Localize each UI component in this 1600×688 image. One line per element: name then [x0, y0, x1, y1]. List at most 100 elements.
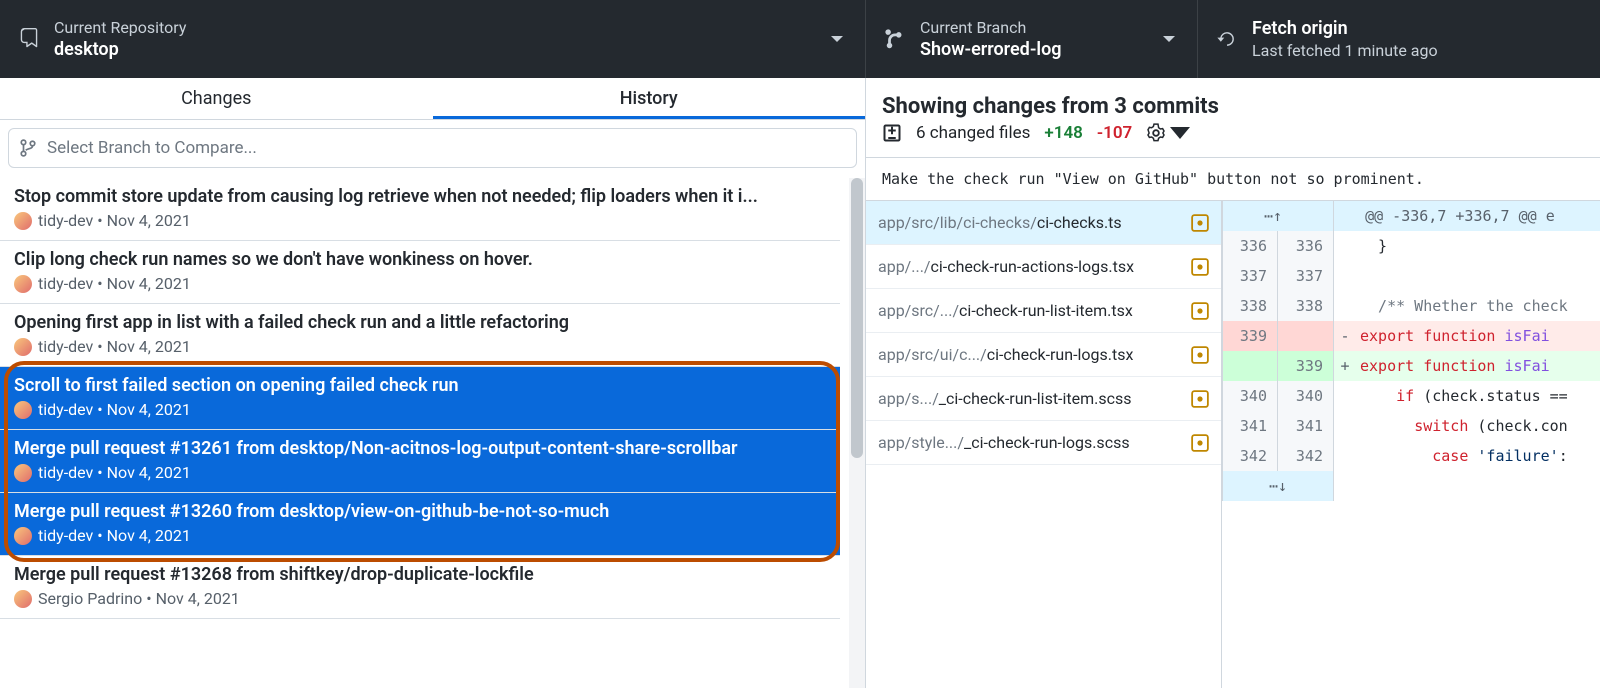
file-path: app/s.../_ci-check-run-list-item.scss [878, 389, 1183, 408]
scrollbar[interactable] [849, 178, 865, 688]
sync-icon [1216, 28, 1238, 50]
deletions-count: -107 [1097, 123, 1132, 143]
expand-hunk-down[interactable]: ⋯↓ [1222, 471, 1334, 501]
commit-author: tidy-dev [38, 211, 93, 230]
commit-date: Nov 4, 2021 [107, 526, 191, 545]
caret-down-icon [1163, 36, 1175, 42]
commit-date: Nov 4, 2021 [107, 400, 191, 419]
file-path: app/src/.../ci-check-run-list-item.tsx [878, 301, 1183, 320]
changed-files-list: app/src/lib/ci-checks/ci-checks.ts app/..… [866, 201, 1222, 688]
commit-title: Merge pull request #13260 from desktop/v… [14, 501, 826, 522]
diff-line[interactable]: 341341 switch (check.con [1222, 411, 1600, 441]
commit-row[interactable]: Clip long check run names so we don't ha… [0, 241, 840, 304]
diff-line[interactable]: 339.-export function isFai [1222, 321, 1600, 351]
fetch-label: Fetch origin [1252, 18, 1438, 39]
avatar [14, 464, 32, 482]
file-row[interactable]: app/.../ci-check-run-actions-logs.tsx [866, 245, 1221, 289]
branch-icon [19, 139, 37, 157]
branch-selector[interactable]: Current Branch Show-errored-log [866, 0, 1198, 78]
file-row[interactable]: app/style.../_ci-check-run-logs.scss [866, 421, 1221, 465]
commit-author: tidy-dev [38, 463, 93, 482]
commit-list: Stop commit store update from causing lo… [0, 178, 865, 688]
commit-meta: Sergio Padrino • Nov 4, 2021 [14, 589, 826, 608]
caret-down-icon [831, 36, 843, 42]
fetch-button[interactable]: Fetch origin Last fetched 1 minute ago [1198, 0, 1600, 78]
commit-row[interactable]: Merge pull request #13260 from desktop/v… [0, 493, 840, 556]
file-path: app/src/ui/c.../ci-check-run-logs.tsx [878, 345, 1183, 364]
tab-changes[interactable]: Changes [0, 78, 433, 119]
branch-compare-placeholder: Select Branch to Compare... [47, 138, 257, 158]
hunk-header[interactable]: ⋯↑ @@ -336,7 +336,7 @@ e [1222, 201, 1600, 231]
file-row[interactable]: app/src/lib/ci-checks/ci-checks.ts [866, 201, 1221, 245]
gear-icon [1146, 123, 1166, 143]
commit-date: Nov 4, 2021 [107, 274, 191, 293]
file-row[interactable]: app/src/ui/c.../ci-check-run-logs.tsx [866, 333, 1221, 377]
file-row[interactable]: app/s.../_ci-check-run-list-item.scss [866, 377, 1221, 421]
repo-selector[interactable]: Current Repository desktop [0, 0, 866, 78]
modified-icon [1191, 302, 1209, 320]
diff-line[interactable]: 338338 /** Whether the check [1222, 291, 1600, 321]
avatar [14, 275, 32, 293]
commit-title: Merge pull request #13268 from shiftkey/… [14, 564, 826, 585]
diff-line[interactable]: 340340 if (check.status == [1222, 381, 1600, 411]
modified-icon [1191, 434, 1209, 452]
diff-line[interactable]: 342342 case 'failure': [1222, 441, 1600, 471]
file-diff-icon [882, 123, 902, 143]
commit-author: tidy-dev [38, 400, 93, 419]
changes-heading: Showing changes from 3 commits [866, 78, 1600, 123]
diff-line[interactable]: 336336 } [1222, 231, 1600, 261]
commit-title: Stop commit store update from causing lo… [14, 186, 826, 207]
modified-icon [1191, 346, 1209, 364]
commit-row[interactable]: Scroll to first failed section on openin… [0, 367, 840, 430]
avatar [14, 212, 32, 230]
modified-icon [1191, 258, 1209, 276]
avatar [14, 590, 32, 608]
history-panel: Changes History Select Branch to Compare… [0, 78, 866, 688]
diff-view: ⋯↑ @@ -336,7 +336,7 @@ e336336 }337337 3… [1222, 201, 1600, 688]
diff-line[interactable]: .339+export function isFai [1222, 351, 1600, 381]
commit-date: Nov 4, 2021 [107, 337, 191, 356]
commit-row[interactable]: Opening first app in list with a failed … [0, 304, 840, 367]
commit-title: Opening first app in list with a failed … [14, 312, 826, 333]
avatar [14, 527, 32, 545]
changed-files-count: 6 changed files [916, 123, 1030, 143]
commit-date: Nov 4, 2021 [107, 211, 191, 230]
diff-line[interactable]: 337337 [1222, 261, 1600, 291]
commit-meta: tidy-dev • Nov 4, 2021 [14, 274, 826, 293]
commit-meta: tidy-dev • Nov 4, 2021 [14, 400, 826, 419]
commit-title: Clip long check run names so we don't ha… [14, 249, 826, 270]
changes-summary: 6 changed files +148 -107 [866, 123, 1600, 158]
commit-meta: tidy-dev • Nov 4, 2021 [14, 337, 826, 356]
commit-row[interactable]: Merge pull request #13268 from shiftkey/… [0, 556, 840, 619]
branch-label: Current Branch [920, 18, 1062, 37]
tab-history[interactable]: History [433, 78, 866, 119]
additions-count: +148 [1044, 123, 1082, 143]
commit-author: Sergio Padrino [38, 589, 142, 608]
repo-icon [18, 28, 40, 50]
branch-icon [884, 28, 906, 50]
commit-date: Nov 4, 2021 [107, 463, 191, 482]
scrollbar-thumb[interactable] [851, 178, 863, 458]
commit-title: Merge pull request #13261 from desktop/N… [14, 438, 826, 459]
branch-compare-selector[interactable]: Select Branch to Compare... [8, 128, 857, 168]
file-path: app/.../ci-check-run-actions-logs.tsx [878, 257, 1183, 276]
commit-author: tidy-dev [38, 337, 93, 356]
file-row[interactable]: app/src/.../ci-check-run-list-item.tsx [866, 289, 1221, 333]
hunk-text: @@ -336,7 +336,7 @@ e [1334, 201, 1555, 231]
commit-row[interactable]: Merge pull request #13261 from desktop/N… [0, 430, 840, 493]
diff-settings-button[interactable] [1146, 123, 1190, 143]
modified-icon [1191, 214, 1209, 232]
commit-row[interactable]: Stop commit store update from causing lo… [0, 178, 840, 241]
branch-name: Show-errored-log [920, 39, 1062, 60]
avatar [14, 338, 32, 356]
commit-meta: tidy-dev • Nov 4, 2021 [14, 211, 826, 230]
repo-name: desktop [54, 39, 186, 60]
left-tabs: Changes History [0, 78, 865, 120]
file-path: app/style.../_ci-check-run-logs.scss [878, 433, 1183, 452]
commit-author: tidy-dev [38, 274, 93, 293]
diff-panel: Showing changes from 3 commits 6 changed… [866, 78, 1600, 688]
modified-icon [1191, 390, 1209, 408]
file-path: app/src/lib/ci-checks/ci-checks.ts [878, 213, 1183, 232]
top-toolbar: Current Repository desktop Current Branc… [0, 0, 1600, 78]
fetch-status: Last fetched 1 minute ago [1252, 41, 1438, 60]
